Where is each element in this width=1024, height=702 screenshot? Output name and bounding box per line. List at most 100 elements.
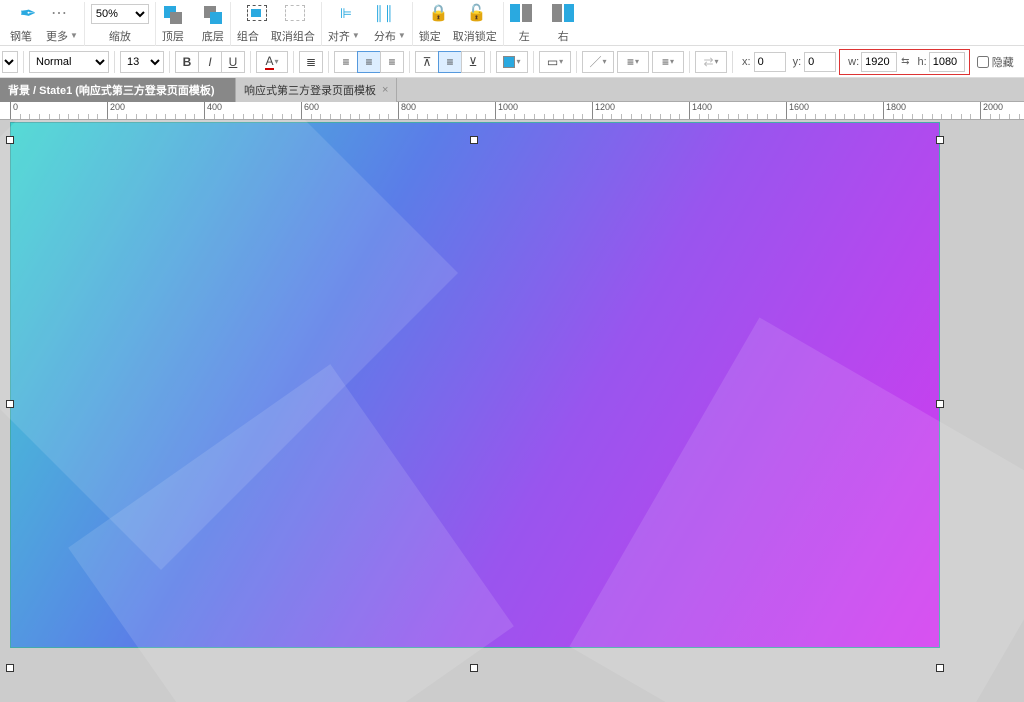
- wh-highlight: w: ⇆ h:: [839, 49, 970, 75]
- group-icon: [247, 5, 267, 21]
- group-group: 组合 取消组合: [231, 2, 322, 46]
- left-icon: [510, 4, 536, 22]
- top-label: 顶层: [162, 28, 184, 44]
- fill-swatch-icon: [503, 56, 515, 68]
- distribute-label[interactable]: 分布▼: [374, 28, 406, 44]
- right-icon: [552, 4, 578, 22]
- zoom-select[interactable]: 50%: [91, 4, 149, 24]
- handle-mid-right[interactable]: [936, 400, 944, 408]
- more-button[interactable]: ⋯: [49, 2, 71, 24]
- background-artboard[interactable]: [10, 122, 940, 648]
- handle-top-mid[interactable]: [470, 136, 478, 144]
- y-input[interactable]: [804, 52, 836, 72]
- workspace: 0200400600800100012001400160018002000: [0, 102, 1024, 702]
- align-right-button[interactable]: ≡: [380, 51, 404, 73]
- line-style-button[interactable]: ≡▾: [652, 51, 684, 73]
- pen-icon: ✒: [17, 2, 39, 24]
- ruler-tick: 0: [10, 102, 18, 120]
- italic-button[interactable]: I: [198, 51, 222, 73]
- h-input[interactable]: [929, 52, 965, 72]
- close-icon[interactable]: ×: [221, 84, 227, 96]
- more-label[interactable]: 更多▼: [46, 28, 78, 44]
- zoom-group: 50% 缩放: [85, 2, 156, 46]
- tab-template[interactable]: 响应式第三方登录页面模板 ×: [236, 78, 397, 102]
- handle-bot-mid[interactable]: [470, 664, 478, 672]
- lock-label: 锁定: [419, 28, 441, 44]
- line-color-button[interactable]: ／▾: [582, 51, 614, 73]
- zoom-label: 缩放: [109, 28, 131, 44]
- bring-top-button[interactable]: [162, 4, 184, 22]
- ungroup-button[interactable]: [285, 5, 305, 21]
- style-select[interactable]: Normal: [29, 51, 109, 73]
- hidden-label: 隐藏: [992, 54, 1014, 70]
- handle-top-left[interactable]: [6, 136, 14, 144]
- valign-bot-button[interactable]: ⊻: [461, 51, 485, 73]
- document-tabs: 背景 / State1 (响应式第三方登录页面模板) × 响应式第三方登录页面模…: [0, 78, 1024, 102]
- ungroup-label: 取消组合: [271, 28, 315, 44]
- leading-select[interactable]: [2, 51, 18, 73]
- tab-state1[interactable]: 背景 / State1 (响应式第三方登录页面模板) ×: [0, 78, 236, 102]
- main-toolbar: ✒ ⋯ 钢笔 更多▼ 50% 缩放 顶层 底层: [0, 0, 1024, 46]
- unlock-icon: 🔓: [467, 3, 487, 23]
- send-bottom-button[interactable]: [202, 4, 224, 22]
- dock-left-button[interactable]: [510, 4, 536, 22]
- hidden-check-input[interactable]: [977, 56, 989, 68]
- lock-group: 🔒 🔓 锁定 取消锁定: [413, 2, 504, 46]
- handle-mid-left[interactable]: [6, 400, 14, 408]
- w-label: w:: [848, 56, 859, 68]
- decorative-shape: [68, 364, 514, 702]
- underline-button[interactable]: U: [221, 51, 245, 73]
- border-style-button[interactable]: ▭▾: [539, 51, 571, 73]
- canvas-area[interactable]: [0, 120, 1024, 702]
- pen-button[interactable]: ✒: [17, 2, 39, 24]
- group-button[interactable]: [247, 5, 267, 21]
- align-left-button[interactable]: ≡: [334, 51, 358, 73]
- right-label: 右: [558, 28, 569, 44]
- align-label[interactable]: 对齐▼: [328, 28, 360, 44]
- halign-group: ≡ ≡ ≡: [334, 51, 404, 73]
- align-group: ⊫ ║║ 对齐▼ 分布▼: [322, 2, 413, 46]
- left-label: 左: [519, 28, 530, 44]
- tab-template-label: 响应式第三方登录页面模板: [244, 82, 376, 98]
- align-center-button[interactable]: ≡: [357, 51, 381, 73]
- text-color-button[interactable]: A▾: [256, 51, 288, 73]
- close-icon[interactable]: ×: [382, 84, 388, 96]
- valign-group: ⊼ ≡ ⊻: [415, 51, 485, 73]
- format-toolbar: Normal 13 B I U A▾ ≣ ≡ ≡ ≡ ⊼ ≡ ⊻ ▾ ▭▾ ／▾…: [0, 46, 1024, 78]
- valign-top-button[interactable]: ⊼: [415, 51, 439, 73]
- dock-group: 左 右: [504, 2, 584, 46]
- horizontal-ruler[interactable]: 0200400600800100012001400160018002000: [0, 102, 1024, 120]
- unlock-button[interactable]: 🔓: [467, 3, 487, 23]
- fill-color-button[interactable]: ▾: [496, 51, 528, 73]
- lock-button[interactable]: 🔒: [429, 3, 449, 23]
- pen-label: 钢笔: [10, 28, 32, 44]
- more-icon: ⋯: [49, 2, 71, 24]
- group-label: 组合: [237, 28, 259, 44]
- bullets-button[interactable]: ≣: [299, 51, 323, 73]
- biu-group: B I U: [175, 51, 245, 73]
- tab-state1-label: 背景 / State1 (响应式第三方登录页面模板): [8, 82, 215, 98]
- link-wh-icon[interactable]: ⇆: [901, 56, 909, 67]
- ungroup-icon: [285, 5, 305, 21]
- h-label: h:: [918, 56, 927, 68]
- lock-icon: 🔒: [429, 3, 449, 23]
- y-label: y:: [793, 56, 802, 68]
- hidden-checkbox[interactable]: 隐藏: [977, 54, 1014, 70]
- arrow-button[interactable]: ⇄▾: [695, 51, 727, 73]
- bold-button[interactable]: B: [175, 51, 199, 73]
- w-input[interactable]: [861, 52, 897, 72]
- align-button[interactable]: ⊫: [340, 5, 352, 22]
- unlock-label: 取消锁定: [453, 28, 497, 44]
- x-input[interactable]: [754, 52, 786, 72]
- pen-group: ✒ ⋯ 钢笔 更多▼: [4, 2, 85, 46]
- fontsize-select[interactable]: 13: [120, 51, 164, 73]
- line-weight-button[interactable]: ≡▾: [617, 51, 649, 73]
- handle-bot-left[interactable]: [6, 664, 14, 672]
- top-icon: [162, 4, 184, 22]
- handle-bot-right[interactable]: [936, 664, 944, 672]
- layer-group: 顶层 底层: [156, 2, 231, 46]
- valign-mid-button[interactable]: ≡: [438, 51, 462, 73]
- handle-top-right[interactable]: [936, 136, 944, 144]
- distribute-button[interactable]: ║║: [374, 5, 394, 21]
- dock-right-button[interactable]: [552, 4, 578, 22]
